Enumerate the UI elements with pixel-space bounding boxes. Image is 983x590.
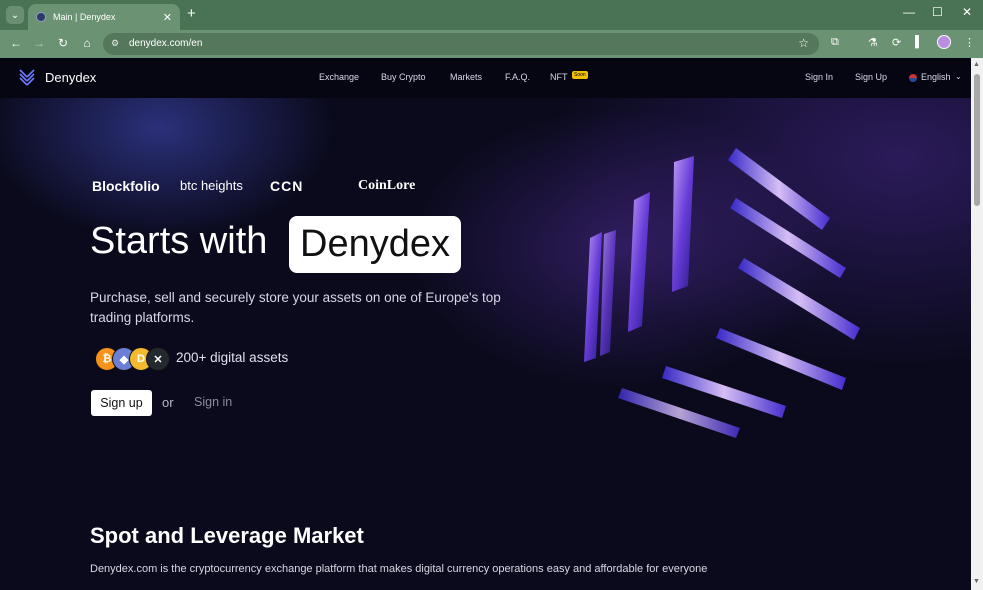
partner-logo-btc-heights: btc heights [180, 178, 243, 193]
forward-icon[interactable]: → [32, 36, 46, 50]
nav-faq[interactable]: F.A.Q. [505, 72, 530, 82]
xrp-icon: ✕ [146, 347, 170, 371]
tab-search-button[interactable]: ⌄ [6, 6, 24, 24]
chevron-down-icon[interactable]: ⌄ [955, 72, 962, 81]
hero-headline: Starts with [90, 220, 268, 262]
hero-subtext: Purchase, sell and securely store your a… [90, 290, 501, 325]
partner-logo-coinlore: CoinLore [358, 178, 416, 193]
nav-markets[interactable]: Markets [450, 72, 482, 82]
home-icon[interactable]: ⌂ [80, 36, 94, 50]
browser-toolbar: ← → ↻ ⌂ ⚙ denydex.com/en ☆ ⧉ ⚗ ⟳ ▌ ⋮ [0, 30, 983, 58]
section-title: Spot and Leverage Market [90, 523, 364, 548]
url-text[interactable]: denydex.com/en [129, 38, 202, 49]
site-info-icon[interactable]: ⚙ [111, 38, 123, 50]
page-scrollbar[interactable]: ▲ ▼ [971, 58, 983, 590]
address-bar[interactable]: ⚙ denydex.com/en ☆ [103, 33, 819, 55]
close-tab-icon[interactable]: ✕ [163, 11, 172, 24]
scroll-up-arrow-icon[interactable]: ▲ [973, 61, 980, 68]
denydex-logo-icon[interactable] [18, 68, 36, 88]
browser-tab[interactable]: Main | Denydex ✕ [28, 4, 180, 30]
language-selector[interactable]: English [921, 72, 951, 82]
minimize-icon[interactable]: — [903, 5, 915, 19]
close-window-icon[interactable]: ✕ [962, 5, 972, 19]
back-icon[interactable]: ← [9, 36, 23, 50]
menu-icon[interactable]: ⋮ [964, 36, 975, 49]
extensions-icon[interactable]: ⧉ [831, 36, 839, 49]
tab-title: Main | Denydex [53, 12, 116, 22]
partner-logo-ccn: CCN [270, 178, 304, 194]
crystal-illustration [584, 148, 860, 438]
new-tab-button[interactable]: + [187, 5, 196, 22]
or-text: or [162, 395, 174, 410]
site-header: Denydex Exchange Buy Crypto Markets F.A.… [0, 58, 971, 98]
sign-in-button[interactable]: Sign in [194, 395, 232, 409]
flag-icon [909, 74, 917, 82]
scroll-down-arrow-icon[interactable]: ▼ [973, 578, 980, 585]
reload-icon[interactable]: ↻ [56, 36, 70, 50]
sign-up-button[interactable]: Sign up [91, 390, 152, 416]
profile-avatar[interactable] [937, 35, 951, 49]
nav-nft[interactable]: NFT [550, 72, 568, 82]
soon-badge: Soon [572, 71, 588, 79]
hero-headline-highlight: Denydex [289, 216, 461, 273]
sync-icon[interactable]: ⟳ [892, 36, 901, 49]
nav-buy-crypto[interactable]: Buy Crypto [381, 72, 426, 82]
assets-count: 200+ digital assets [176, 350, 289, 365]
section-description: Denydex.com is the cryptocurrency exchan… [90, 563, 708, 575]
scroll-thumb[interactable] [974, 74, 980, 206]
labs-icon[interactable]: ⚗ [868, 36, 878, 49]
nav-exchange[interactable]: Exchange [319, 72, 359, 82]
sign-in-link[interactable]: Sign In [805, 72, 833, 82]
sign-up-link[interactable]: Sign Up [855, 72, 887, 82]
browser-tab-bar: ⌄ Main | Denydex ✕ + — ☐ ✕ [0, 0, 983, 30]
side-panel-icon[interactable]: ▌ [915, 36, 923, 48]
bookmark-star-icon[interactable]: ☆ [798, 36, 809, 50]
logo-text[interactable]: Denydex [45, 70, 96, 85]
page-viewport: Denydex Exchange Buy Crypto Markets F.A.… [0, 58, 971, 590]
favicon-icon [36, 12, 46, 22]
maximize-icon[interactable]: ☐ [932, 5, 943, 19]
partner-logo-blockfolio: Blockfolio [92, 178, 160, 194]
